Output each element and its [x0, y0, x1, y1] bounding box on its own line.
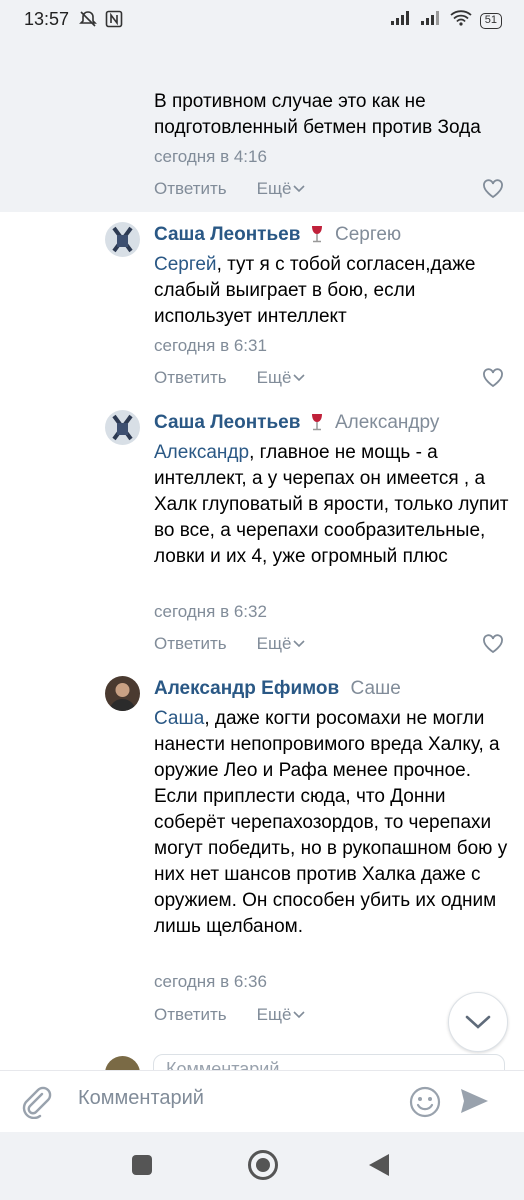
author-name[interactable]: Саша Леонтьев	[154, 224, 300, 245]
avatar[interactable]	[105, 676, 140, 711]
comment-text: Саша, даже когти росомахи не могли нанес…	[154, 708, 508, 937]
nfc-icon	[104, 9, 124, 34]
system-nav-bar	[0, 1132, 524, 1200]
comment-time: сегодня в 6:36	[154, 972, 267, 991]
scroll-down-button[interactable]	[448, 992, 508, 1052]
like-icon[interactable]	[482, 179, 504, 204]
author-name[interactable]: Саша Леонтьев	[154, 412, 300, 433]
reply-button[interactable]: Ответить	[154, 368, 227, 388]
reply-to[interactable]: Саше	[351, 678, 401, 699]
inline-reply-peek: Комментарий	[0, 1052, 524, 1070]
wifi-icon	[450, 10, 472, 31]
send-icon[interactable]	[458, 1085, 490, 1122]
paperclip-icon[interactable]	[20, 1085, 52, 1124]
more-button[interactable]: Ещё	[257, 179, 306, 199]
chevron-down-icon	[293, 374, 306, 382]
wine-glass-icon	[310, 225, 324, 249]
chevron-down-icon	[293, 1011, 306, 1019]
smile-icon[interactable]	[408, 1085, 442, 1124]
muted-bell-icon	[78, 9, 98, 34]
back-icon[interactable]	[369, 1154, 389, 1176]
battery-icon: 51	[479, 12, 502, 29]
chevron-down-icon	[465, 1015, 491, 1029]
more-button[interactable]: Ещё	[257, 634, 306, 654]
like-icon[interactable]	[482, 368, 504, 393]
wine-glass-icon	[310, 413, 324, 437]
comment-text: В противном случае это как не подготовле…	[154, 91, 481, 138]
comment-text: Александр, главное не мощь - а интеллект…	[154, 442, 509, 567]
comment-text: Сергей, тут я с тобой согласен,даже слаб…	[154, 254, 476, 327]
comment-input[interactable]: Комментарий	[78, 1087, 204, 1110]
comment-time: сегодня в 6:32	[154, 602, 267, 621]
reply-button[interactable]: Ответить	[154, 179, 227, 199]
avatar[interactable]	[105, 222, 140, 257]
mention-link[interactable]: Александр	[154, 442, 249, 463]
more-button[interactable]: Ещё	[257, 1005, 306, 1025]
home-icon[interactable]	[248, 1150, 278, 1180]
comment-time: сегодня в 6:31	[154, 336, 267, 355]
signal-icon	[420, 10, 442, 31]
author-name[interactable]: Александр Ефимов	[154, 678, 339, 699]
comment-time: сегодня в 4:16	[154, 147, 267, 166]
signal-icon	[390, 10, 412, 31]
recents-icon[interactable]	[132, 1155, 152, 1175]
chevron-down-icon	[293, 640, 306, 648]
reply-to[interactable]: Александру	[335, 412, 439, 433]
status-bar: 13:57 51	[0, 0, 524, 40]
reply-to[interactable]: Сергею	[335, 224, 401, 245]
inline-comment-input[interactable]: Комментарий	[153, 1054, 505, 1070]
mention-link[interactable]: Сергей	[154, 254, 217, 275]
status-time: 13:57	[24, 9, 70, 29]
more-button[interactable]: Ещё	[257, 368, 306, 388]
chevron-down-icon	[293, 185, 306, 193]
comment-composer: Комментарий	[0, 1070, 524, 1132]
avatar	[105, 1056, 140, 1070]
avatar[interactable]	[105, 410, 140, 445]
like-icon[interactable]	[482, 634, 504, 659]
reply-button[interactable]: Ответить	[154, 634, 227, 654]
reply-button[interactable]: Ответить	[154, 1005, 227, 1025]
mention-link[interactable]: Саша	[154, 708, 204, 729]
